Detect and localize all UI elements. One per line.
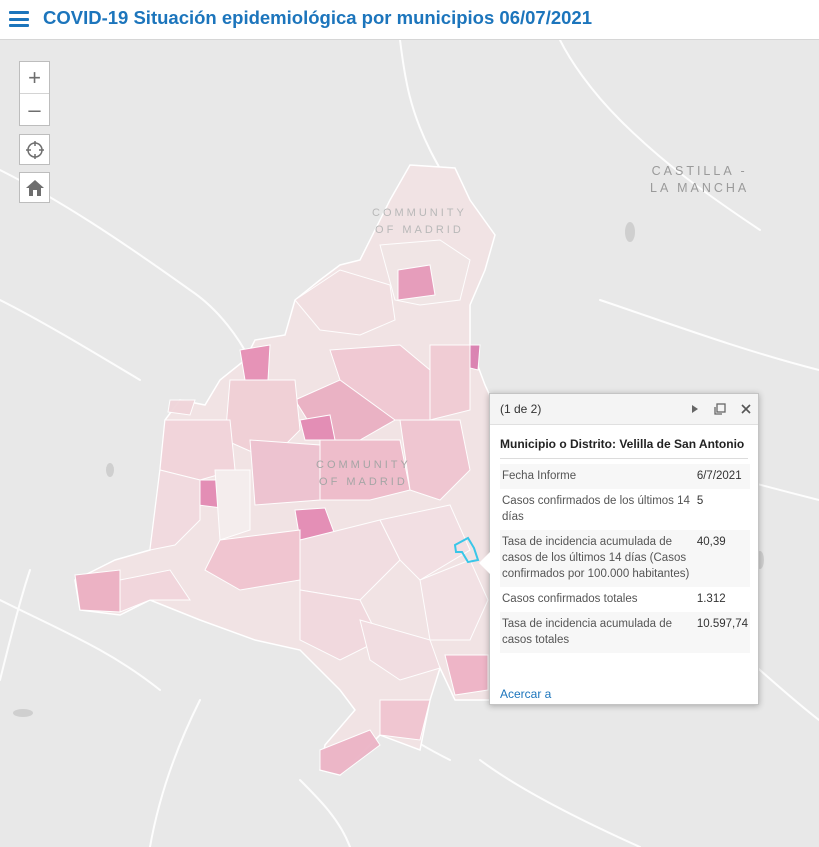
popup-pointer: [479, 552, 490, 574]
maximize-icon[interactable]: [713, 402, 727, 416]
table-row: Fecha Informe 6/7/2021: [500, 464, 750, 489]
divider: [500, 458, 748, 459]
feature-count: (1 de 2): [500, 402, 542, 416]
field-value: 40,39: [692, 530, 750, 587]
attribute-table: Fecha Informe 6/7/2021 Casos confirmados …: [500, 464, 750, 653]
zoom-control: + –: [19, 61, 50, 126]
table-row: Casos confirmados de los últimos 14 días…: [500, 489, 750, 530]
region-label-madrid-center: COMMUNITY OF MADRID: [316, 459, 411, 488]
field-label: Tasa de incidencia acumulada de casos to…: [500, 612, 693, 653]
region-label-castilla: CASTILLA - LA MANCHA: [650, 164, 750, 195]
locate-button[interactable]: [19, 134, 50, 165]
field-value: 6/7/2021: [692, 464, 750, 489]
menu-icon[interactable]: [9, 11, 29, 27]
close-icon[interactable]: [739, 402, 753, 416]
field-label: Casos confirmados totales: [502, 593, 638, 605]
home-button[interactable]: [19, 172, 50, 203]
popup-header: (1 de 2): [490, 394, 758, 425]
table-row: Tasa de incidencia acumulada de casos to…: [500, 612, 750, 653]
app-header: COVID-19 Situación epidemiológica por mu…: [0, 0, 819, 40]
field-label: Casos confirmados de los últimos 14 días: [502, 495, 690, 523]
zoom-out-button[interactable]: –: [20, 93, 49, 125]
field-value: 10.597,74: [692, 612, 750, 653]
info-popup: (1 de 2) Municipio o Distrito: Velilla d…: [479, 393, 759, 705]
field-value: 1.312: [696, 593, 726, 605]
popup-title: Municipio o Distrito: Velilla de San Ant…: [500, 437, 745, 451]
region-label-madrid-north: COMMUNITY OF MADRID: [372, 207, 467, 236]
next-feature-icon[interactable]: [688, 402, 702, 416]
field-label: Fecha Informe: [500, 464, 693, 489]
table-row: Casos confirmados totales 1.312: [500, 587, 750, 612]
field-label: Tasa de incidencia acumulada de casos de…: [500, 530, 693, 587]
crosshair-icon: [25, 140, 44, 159]
field-value: 5: [696, 495, 704, 507]
table-row: Tasa de incidencia acumulada de casos de…: [500, 530, 750, 587]
zoom-to-link[interactable]: Acercar a: [500, 687, 551, 701]
home-icon: [25, 179, 44, 196]
zoom-in-button[interactable]: +: [20, 62, 49, 93]
page-title: COVID-19 Situación epidemiológica por mu…: [43, 7, 592, 28]
